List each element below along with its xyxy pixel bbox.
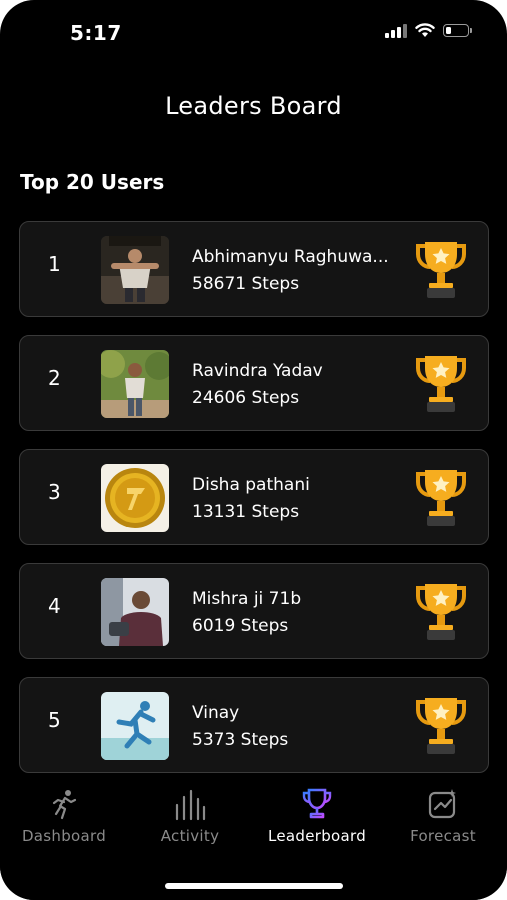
user-steps: 5373 Steps (192, 730, 289, 750)
user-name: Vinay (192, 703, 240, 723)
cellular-signal-icon (385, 23, 407, 38)
rank-number: 5 (48, 708, 61, 732)
trophy-icon (416, 242, 466, 298)
user-avatar[interactable] (101, 692, 169, 760)
running-person-icon (52, 790, 77, 820)
tab-dashboard[interactable]: Dashboard (1, 787, 127, 845)
home-indicator[interactable] (165, 883, 343, 889)
leaderboard-row[interactable]: 4 Mishra ji 71b 6019 Steps (19, 563, 489, 659)
rank-number: 1 (48, 252, 61, 276)
trophy-icon (416, 470, 466, 526)
phone-screen: 5:17 Leaders Board Top 20 Users 1 Abhima… (0, 0, 507, 900)
tab-activity[interactable]: Activity (127, 787, 253, 845)
user-steps: 6019 Steps (192, 616, 289, 636)
status-time: 5:17 (70, 21, 122, 45)
trophy-icon (416, 584, 466, 640)
leaderboard-row[interactable]: 1 Abhimanyu Raghuwa... 58671 Steps (19, 221, 489, 317)
rank-number: 4 (48, 594, 61, 618)
user-name: Disha pathani (192, 475, 310, 495)
leaderboard-row[interactable]: 5 Vinay 5373 Steps (19, 677, 489, 773)
section-title: Top 20 Users (20, 170, 165, 194)
tab-label: Activity (160, 827, 220, 845)
trophy-icon (416, 356, 466, 412)
page-title: Leaders Board (165, 92, 342, 120)
tab-leaderboard[interactable]: Leaderboard (254, 787, 380, 845)
user-steps: 24606 Steps (192, 388, 300, 408)
user-avatar[interactable] (101, 350, 169, 418)
tab-label: Leaderboard (267, 827, 367, 845)
status-icons (385, 23, 472, 38)
user-steps: 58671 Steps (192, 274, 300, 294)
leaderboard-row[interactable]: 2 Ravindra Yadav 24606 Steps (19, 335, 489, 431)
trophy-icon (302, 788, 332, 819)
battery-icon (443, 24, 472, 37)
rank-number: 3 (48, 480, 61, 504)
user-name: Ravindra Yadav (192, 361, 323, 381)
leaderboard-row[interactable]: 3 Disha pathani 13131 Steps (19, 449, 489, 545)
user-avatar[interactable] (101, 236, 169, 304)
user-steps: 13131 Steps (192, 502, 300, 522)
user-avatar[interactable] (101, 464, 169, 532)
trophy-icon (416, 698, 466, 754)
user-name: Mishra ji 71b (192, 589, 302, 609)
wifi-icon (415, 23, 435, 37)
leaderboard-list[interactable]: 1 Abhimanyu Raghuwa... 58671 Steps 2 Rav… (19, 221, 489, 791)
battery-level (446, 27, 451, 34)
user-avatar[interactable] (101, 578, 169, 646)
tab-label: Dashboard (21, 827, 107, 845)
status-bar: 5:17 (0, 0, 507, 60)
user-name: Abhimanyu Raghuwa... (192, 247, 389, 267)
forecast-icon (428, 789, 456, 819)
tab-forecast[interactable]: Forecast (380, 787, 506, 845)
bottom-tab-bar: Dashboard Activity Leaderboard Forecast (0, 775, 507, 900)
bar-chart-icon (175, 789, 206, 821)
tab-label: Forecast (410, 827, 476, 845)
rank-number: 2 (48, 366, 61, 390)
